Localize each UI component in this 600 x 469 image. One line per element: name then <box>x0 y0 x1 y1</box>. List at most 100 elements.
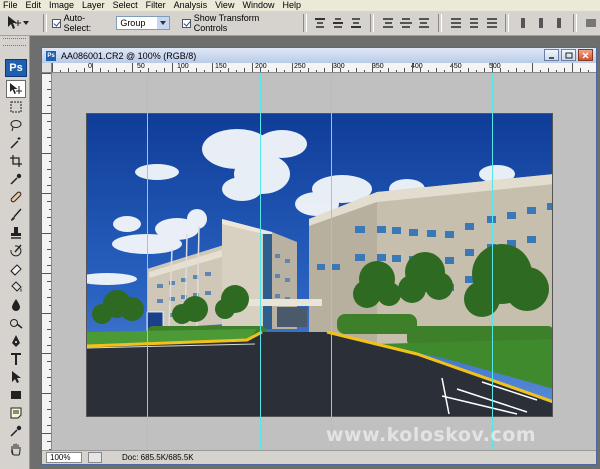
eyedropper-tool-2[interactable] <box>6 422 26 440</box>
guide-line[interactable] <box>492 73 493 451</box>
auto-select-checkbox[interactable] <box>51 18 61 28</box>
toolbox-grip[interactable] <box>3 38 26 46</box>
dodge-tool[interactable] <box>6 314 26 332</box>
ruler-tick <box>212 63 213 72</box>
ruler-tick <box>42 193 51 194</box>
ruler-tick <box>540 70 541 72</box>
ruler-tick <box>49 81 51 82</box>
history-brush-tool[interactable] <box>6 242 26 260</box>
ruler-label: 250 <box>294 63 306 70</box>
guide-line[interactable] <box>331 73 332 451</box>
menu-file[interactable]: File <box>0 0 22 11</box>
separator <box>302 14 307 32</box>
menu-window[interactable]: Window <box>238 0 278 11</box>
distribute-left-button[interactable] <box>516 16 530 30</box>
shape-tool[interactable] <box>6 386 26 404</box>
menu-filter[interactable]: Filter <box>142 0 170 11</box>
document-title-bar[interactable]: Ps AA086001.CR2 @ 100% (RGB/8) <box>42 48 596 63</box>
distribute-top-button[interactable] <box>449 16 463 30</box>
ruler-tick <box>42 233 51 234</box>
canvas-area[interactable] <box>52 73 596 451</box>
guide-line[interactable] <box>147 73 148 451</box>
bandage-icon <box>10 191 22 203</box>
menu-image[interactable]: Image <box>45 0 78 11</box>
paint-bucket-tool[interactable] <box>6 278 26 296</box>
ruler-tick <box>47 121 51 122</box>
ruler-tick <box>444 70 445 72</box>
ruler-tick <box>324 68 325 72</box>
document-window: Ps AA086001.CR2 @ 100% (RGB/8) 0 50 100 … <box>41 47 597 465</box>
menu-layer[interactable]: Layer <box>78 0 109 11</box>
ruler-tick <box>60 70 61 72</box>
menu-analysis[interactable]: Analysis <box>170 0 212 11</box>
blur-tool[interactable] <box>6 296 26 314</box>
ruler-tick <box>49 241 51 242</box>
distribute-bottom-button[interactable] <box>485 16 499 30</box>
marquee-tool[interactable] <box>6 98 26 116</box>
horizontal-ruler[interactable]: 0 50 100 150 200 250 300 350 400 450 500 <box>52 63 596 73</box>
ruler-tick <box>436 68 437 72</box>
pen-tool[interactable] <box>6 332 26 350</box>
magic-wand-tool[interactable] <box>6 134 26 152</box>
eyedropper-icon <box>10 425 22 437</box>
auto-align-layers-button[interactable] <box>584 16 598 30</box>
distribute-hcenter-button[interactable] <box>534 16 548 30</box>
ruler-tick <box>49 337 51 338</box>
healing-brush-tool[interactable] <box>6 188 26 206</box>
auto-select-value: Group <box>120 18 146 28</box>
align-bottom-button[interactable] <box>349 16 363 30</box>
ruler-tick <box>180 68 181 72</box>
maximize-button[interactable] <box>561 49 576 61</box>
align-vcenter-button[interactable] <box>331 16 345 30</box>
auto-select-dropdown[interactable]: Group <box>116 16 170 30</box>
eraser-tool[interactable] <box>6 260 26 278</box>
show-transform-checkbox[interactable] <box>181 18 191 28</box>
ruler-tick <box>460 70 461 72</box>
align-top-button[interactable] <box>314 16 328 30</box>
ruler-origin[interactable] <box>42 63 52 73</box>
separator <box>437 14 442 32</box>
guide-line[interactable] <box>260 73 261 451</box>
notes-tool[interactable] <box>6 404 26 422</box>
menu-view[interactable]: View <box>211 0 238 11</box>
align-left-button[interactable] <box>381 16 395 30</box>
ruler-tick <box>42 313 51 314</box>
ruler-tick <box>49 417 51 418</box>
close-button[interactable] <box>578 49 593 61</box>
vertical-ruler[interactable] <box>42 73 52 451</box>
doc-size: Doc: 685.5K/685.5K <box>122 453 194 462</box>
ruler-tick <box>420 68 421 72</box>
menu-select[interactable]: Select <box>109 0 142 11</box>
ruler-tick <box>388 68 389 72</box>
ruler-tick <box>332 63 333 72</box>
ruler-tick <box>47 249 51 250</box>
photo-canvas[interactable] <box>86 113 553 417</box>
hand-tool[interactable] <box>6 440 26 458</box>
show-transform-label: Show Transform Controls <box>193 13 260 33</box>
eyedropper-tool[interactable] <box>6 170 26 188</box>
path-select-icon <box>12 371 21 383</box>
path-selection-tool[interactable] <box>6 368 26 386</box>
menu-help[interactable]: Help <box>278 0 305 11</box>
minimize-button[interactable] <box>544 49 559 61</box>
move-tool-icon <box>10 83 22 94</box>
tool-list <box>6 80 26 458</box>
align-right-button[interactable] <box>417 16 431 30</box>
clone-stamp-tool[interactable] <box>6 224 26 242</box>
align-hcenter-button[interactable] <box>399 16 413 30</box>
menu-edit[interactable]: Edit <box>22 0 46 11</box>
brush-tool[interactable] <box>6 206 26 224</box>
distribute-right-button[interactable] <box>552 16 566 30</box>
maximize-icon <box>565 52 572 58</box>
ruler-tick <box>364 70 365 72</box>
type-tool[interactable] <box>6 350 26 368</box>
move-tool[interactable] <box>6 80 26 98</box>
ruler-tick <box>196 68 197 72</box>
distribute-vcenter-button[interactable] <box>467 16 481 30</box>
crop-tool[interactable] <box>6 152 26 170</box>
lasso-tool[interactable] <box>6 116 26 134</box>
status-menu-button[interactable] <box>88 452 102 463</box>
ruler-label: 300 <box>333 63 345 70</box>
zoom-field[interactable]: 100% <box>46 452 82 463</box>
tool-preset-picker[interactable] <box>6 13 38 33</box>
